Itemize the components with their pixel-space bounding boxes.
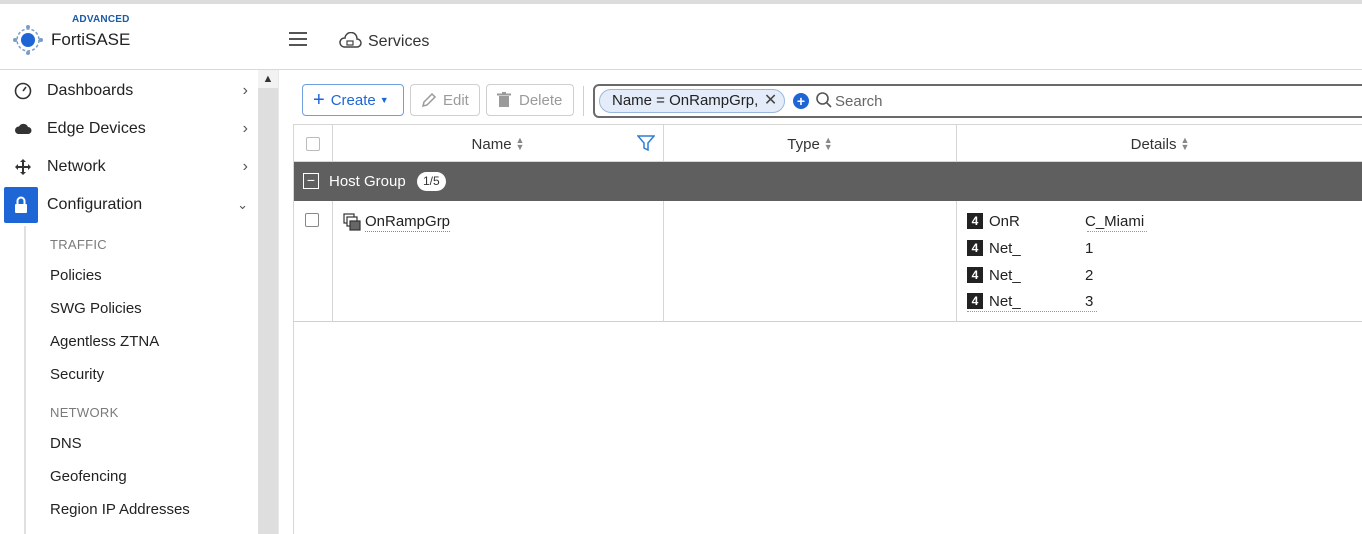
cloud-icon [14,120,32,138]
column-header-details[interactable]: Details ▲ ▼ [957,125,1362,163]
edit-button[interactable]: Edit [410,84,480,116]
filter-icon[interactable] [637,135,655,151]
detail-member-suffix: C_Miami [1085,213,1145,230]
select-all-checkbox[interactable] [306,137,320,151]
sidebar-item-configuration[interactable]: Configuration ⌄ [0,186,258,224]
group-label: Host Group [329,173,406,190]
sidebar-item-edge-devices[interactable]: Edge Devices › [0,110,258,148]
sidebar-item-label: Network [47,158,106,175]
detail-member-suffix: 1 [1085,240,1094,257]
toolbar-separator [583,86,584,116]
row-checkbox[interactable] [305,213,319,227]
chevron-right-icon: › [242,82,248,99]
fortisase-logo-icon [13,25,43,55]
chevron-right-icon: › [242,120,248,137]
search-icon [816,92,832,108]
breadcrumb-services[interactable]: Services [368,33,429,51]
detail-member-prefix: Net_ [989,293,1021,310]
filter-chip[interactable]: Name = OnRampGrp, ✕ [599,89,786,113]
content-divider [278,70,279,534]
caret-down-icon: ▼ [379,95,389,105]
underline [1087,231,1147,232]
filter-chip-label: Name = OnRampGrp, [612,92,759,109]
detail-member-suffix: 2 [1085,267,1094,284]
column-header-name[interactable]: Name ▲ ▼ [333,125,664,163]
brand-name: FortiSASE [51,30,131,49]
services-cloud-icon [339,32,362,48]
select-all-cell [294,125,333,163]
sidebar-subitem-security[interactable]: Security [50,366,104,383]
delete-button[interactable]: Delete [486,84,574,116]
sort-icon[interactable]: ▲ ▼ [516,136,525,152]
add-filter-icon[interactable]: + [793,93,809,109]
detail-member-prefix: Net_ [989,267,1021,284]
sidebar-subitem-dns[interactable]: DNS [50,435,82,452]
top-bar: ADVANCED FortiSASE Services [0,0,1362,70]
create-label: Create [330,91,376,109]
sort-icon[interactable]: ▲ ▼ [824,136,833,152]
column-name-label: Name [471,135,512,153]
chevron-right-icon: › [242,158,248,175]
ipv4-badge-icon: 4 [967,267,983,283]
group-row-host-group[interactable]: − Host Group 1/5 [294,162,1362,201]
table-header: Name ▲ ▼ Type ▲ ▼ Details ▲ ▼ [294,124,1362,163]
chevron-down-icon: ⌄ [237,197,248,212]
edit-label: Edit [443,91,469,109]
detail-member-suffix: 3 [1085,293,1094,310]
trash-icon [497,92,511,107]
column-details-label: Details [1130,135,1177,153]
row-details-cell: 4 OnR C_Miami 4 Net_ 1 4 Net_ 2 4 Net_ 3 [957,201,1362,322]
close-icon[interactable]: ✕ [764,90,777,112]
search-input[interactable] [835,90,1235,112]
create-button[interactable]: + Create ▼ [302,84,404,116]
search-bar[interactable]: Name = OnRampGrp, ✕ + [593,84,1362,118]
row-name-link[interactable]: OnRampGrp [365,213,451,232]
submenu-rail [24,226,26,534]
column-header-type[interactable]: Type ▲ ▼ [664,125,957,163]
sidebar-item-dashboards[interactable]: Dashboards › [0,72,258,110]
sort-icon[interactable]: ▲ ▼ [1180,136,1189,152]
sidebar-scrollbar[interactable] [258,70,278,534]
scroll-up-arrow-icon[interactable]: ▲ [258,70,278,88]
row-type-cell [664,201,957,322]
sidebar-subitem-geofencing[interactable]: Geofencing [50,468,127,485]
row-select-cell [294,201,333,322]
ipv4-badge-icon: 4 [967,240,983,256]
sidebar-subitem-region-ip-addresses[interactable]: Region IP Addresses [50,501,190,518]
brand-tag: ADVANCED [72,14,130,25]
plus-icon: + [313,89,325,111]
sidebar-item-label: Edge Devices [47,120,146,137]
sidebar: Dashboards › Edge Devices › Network › Co… [0,70,258,534]
group-count-badge: 1/5 [417,172,446,191]
sidebar-item-label: Dashboards [47,82,134,99]
services-table: Name ▲ ▼ Type ▲ ▼ Details ▲ ▼ − Host Group … [293,124,1362,534]
sidebar-subitem-policies[interactable]: Policies [50,267,102,284]
network-arrows-icon [14,158,32,176]
column-type-label: Type [787,135,820,153]
menu-toggle-icon[interactable] [289,32,307,46]
sidebar-subitem-agentless-ztna[interactable]: Agentless ZTNA [50,333,159,350]
ipv4-badge-icon: 4 [967,293,983,309]
table-row[interactable]: OnRampGrp 4 OnR C_Miami 4 Net_ 1 4 Net_ … [294,201,1362,322]
detail-member-prefix: OnR [989,213,1020,230]
section-title-traffic: TRAFFIC [50,237,107,252]
collapse-icon[interactable]: − [303,173,319,189]
pencil-icon [421,92,437,108]
sidebar-item-label: Configuration [47,196,143,213]
detail-member-prefix: Net_ [989,240,1021,257]
sidebar-subitem-swg-policies[interactable]: SWG Policies [50,300,142,317]
section-title-network: NETWORK [50,405,119,420]
delete-label: Delete [519,91,563,109]
host-group-icon [343,213,361,231]
dashboard-gauge-icon [14,82,32,100]
row-name-cell: OnRampGrp [333,201,664,322]
underline [967,311,1097,312]
lock-icon [4,187,38,223]
ipv4-badge-icon: 4 [967,213,983,229]
sidebar-item-network[interactable]: Network › [0,148,258,186]
